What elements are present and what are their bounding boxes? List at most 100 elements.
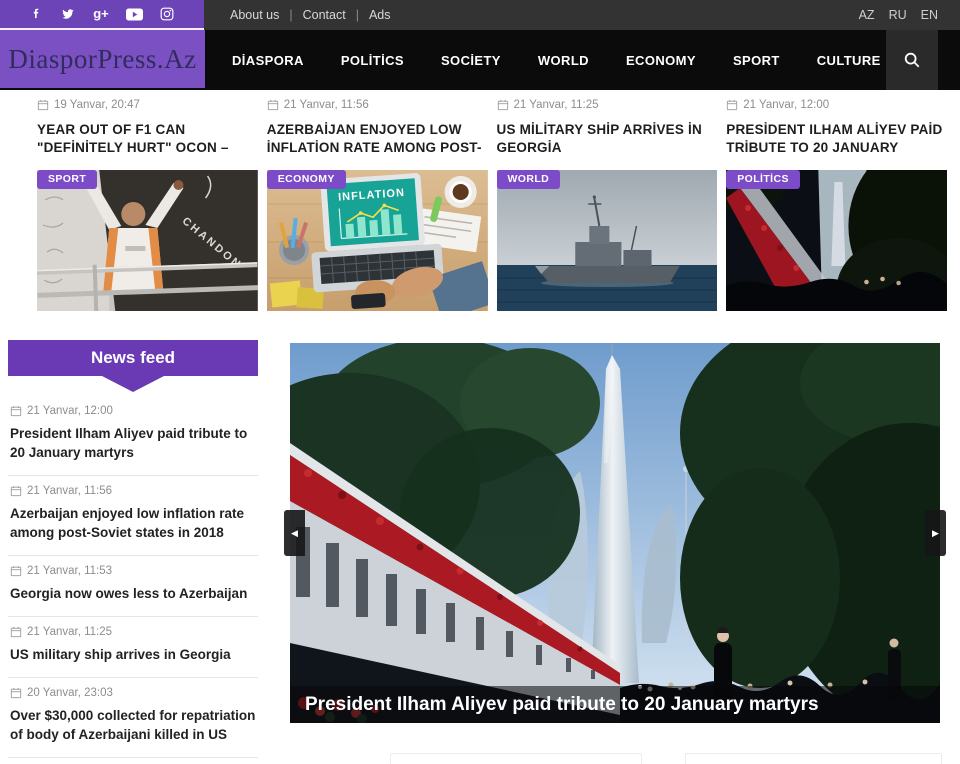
about-us-link[interactable]: About us	[230, 8, 279, 22]
site-logo-text: DiasporPress.Az	[8, 44, 196, 75]
search-icon	[903, 51, 921, 69]
category-tag[interactable]: POLİTİCS	[726, 170, 800, 189]
article-date: 21 Yanvar, 12:00	[726, 98, 947, 112]
nav-culture[interactable]: CULTURE	[817, 53, 881, 68]
article-title[interactable]: AZERBAİJAN ENJOYED LOW İNFLATİON RATE AM…	[267, 121, 488, 157]
topbar-links: About us | Contact | Ads	[230, 0, 390, 30]
feed-item-date-text: 21 Yanvar, 12:00	[27, 405, 113, 417]
feed-item-date: 21 Yanvar, 12:00	[10, 405, 256, 417]
calendar-icon	[10, 565, 22, 577]
list-item: 21 Yanvar, 11:53 Georgia now owes less t…	[8, 556, 258, 617]
twitter-icon	[60, 7, 76, 21]
next-section-hint	[685, 753, 942, 764]
calendar-icon	[10, 485, 22, 497]
calendar-icon	[726, 99, 738, 111]
category-tag[interactable]: ECONOMY	[267, 170, 346, 189]
google-plus-icon: g+	[93, 7, 109, 21]
list-item: 20 Yanvar, 23:03 Over $30,000 collected …	[8, 678, 258, 758]
search-button[interactable]	[886, 30, 938, 90]
article-image-economy[interactable]: ECONOMY IN	[267, 170, 488, 311]
site-logo[interactable]: DiasporPress.Az	[0, 30, 205, 88]
facebook-icon	[30, 7, 43, 21]
politics-photo-illustration	[726, 170, 947, 311]
list-item: 21 Yanvar, 12:00 President Ilham Aliyev …	[8, 396, 258, 476]
ads-link[interactable]: Ads	[369, 8, 391, 22]
article-card: 21 Yanvar, 11:56 AZERBAİJAN ENJOYED LOW …	[267, 98, 488, 311]
news-feed-sidebar: News feed 21 Yanvar, 12:00 President Ilh…	[8, 340, 258, 758]
chevron-right-icon: ▶	[932, 528, 939, 539]
category-tag[interactable]: SPORT	[37, 170, 97, 189]
separator: |	[356, 8, 359, 22]
carousel-caption[interactable]: President Ilham Aliyev paid tribute to 2…	[290, 686, 940, 723]
chevron-left-icon: ◀	[291, 528, 298, 539]
nav-economy[interactable]: ECONOMY	[626, 53, 696, 68]
separator: |	[289, 8, 292, 22]
article-card: 19 Yanvar, 20:47 YEAR OUT OF F1 CAN "DEF…	[37, 98, 258, 311]
nav-sport[interactable]: SPORT	[733, 53, 780, 68]
feed-item-date-text: 21 Yanvar, 11:56	[27, 485, 112, 497]
feed-item-title[interactable]: Over $30,000 collected for repatriation …	[10, 706, 256, 744]
social-bar: g+	[0, 0, 204, 30]
article-image-politics[interactable]: POLİTİCS	[726, 170, 947, 311]
lang-ru[interactable]: RU	[889, 8, 907, 22]
article-card: 21 Yanvar, 12:00 PRESİDENT ILHAM ALİYEV …	[726, 98, 947, 311]
article-title[interactable]: US MİLİTARY SHİP ARRİVES İN GEORGİA	[497, 121, 718, 157]
top-articles: 19 Yanvar, 20:47 YEAR OUT OF F1 CAN "DEF…	[37, 98, 947, 311]
feed-item-title[interactable]: Georgia now owes less to Azerbaijan	[10, 584, 256, 603]
calendar-icon	[37, 99, 49, 111]
list-item: 21 Yanvar, 11:56 Azerbaijan enjoyed low …	[8, 476, 258, 556]
nav-politics[interactable]: POLİTİCS	[341, 53, 404, 68]
feed-item-date: 21 Yanvar, 11:25	[10, 626, 256, 638]
lang-en[interactable]: EN	[921, 8, 938, 22]
topbar: g+ About us | Contact | Ads AZ RU EN	[0, 0, 960, 30]
feed-item-date-text: 21 Yanvar, 11:25	[27, 626, 112, 638]
instagram-link[interactable]	[160, 6, 174, 22]
news-feed-title: News feed	[91, 348, 175, 367]
list-item: 21 Yanvar, 11:25 US military ship arrive…	[8, 617, 258, 678]
feed-item-title[interactable]: President Ilham Aliyev paid tribute to 2…	[10, 424, 256, 462]
carousel-next-button[interactable]: ▶	[925, 510, 946, 556]
article-title[interactable]: YEAR OUT OF F1 CAN "DEFİNİTELY HURT" OCO…	[37, 121, 258, 157]
calendar-icon	[10, 687, 22, 699]
instagram-icon	[160, 7, 174, 21]
article-date-text: 21 Yanvar, 11:25	[514, 99, 599, 111]
nav-diaspora[interactable]: DİASPORA	[232, 53, 304, 68]
facebook-link[interactable]	[30, 6, 43, 22]
featured-carousel: ◀ ▶ President Ilham Aliyev paid tribute …	[290, 343, 940, 723]
youtube-link[interactable]	[126, 6, 143, 22]
carousel-prev-button[interactable]: ◀	[284, 510, 305, 556]
google-plus-link[interactable]: g+	[93, 6, 109, 22]
world-photo-illustration	[497, 170, 718, 311]
article-date: 19 Yanvar, 20:47	[37, 98, 258, 112]
article-date-text: 19 Yanvar, 20:47	[54, 99, 140, 111]
feed-item-date: 20 Yanvar, 23:03	[10, 687, 256, 699]
feed-item-date: 21 Yanvar, 11:53	[10, 565, 256, 577]
article-title[interactable]: PRESİDENT ILHAM ALİYEV PAİD TRİBUTE TO 2…	[726, 121, 947, 157]
carousel-image[interactable]	[290, 343, 940, 723]
nav-society[interactable]: SOCİETY	[441, 53, 501, 68]
contact-link[interactable]: Contact	[303, 8, 346, 22]
nav-world[interactable]: WORLD	[538, 53, 589, 68]
article-date-text: 21 Yanvar, 11:56	[284, 99, 369, 111]
feed-item-date: 21 Yanvar, 11:56	[10, 485, 256, 497]
feed-item-date-text: 21 Yanvar, 11:53	[27, 565, 112, 577]
calendar-icon	[10, 405, 22, 417]
feed-item-title[interactable]: US military ship arrives in Georgia	[10, 645, 256, 664]
twitter-link[interactable]	[60, 6, 76, 22]
calendar-icon	[10, 626, 22, 638]
feed-item-title[interactable]: Azerbaijan enjoyed low inflation rate am…	[10, 504, 256, 542]
article-image-sport[interactable]: SPORT CHANDON	[37, 170, 258, 311]
next-section-hint	[390, 753, 642, 764]
news-feed-header: News feed	[8, 340, 258, 376]
article-date: 21 Yanvar, 11:56	[267, 98, 488, 112]
lang-az[interactable]: AZ	[859, 8, 875, 22]
calendar-icon	[267, 99, 279, 111]
page: g+ About us | Contact | Ads AZ RU EN Dia…	[0, 0, 960, 760]
sport-photo-illustration: CHANDON	[37, 170, 258, 311]
news-feed-pointer	[102, 376, 164, 392]
calendar-icon	[497, 99, 509, 111]
feed-item-date-text: 20 Yanvar, 23:03	[27, 687, 113, 699]
article-image-world[interactable]: WORLD	[497, 170, 718, 311]
category-tag[interactable]: WORLD	[497, 170, 561, 189]
main-nav: DİASPORA POLİTİCS SOCİETY WORLD ECONOMY …	[232, 30, 881, 90]
